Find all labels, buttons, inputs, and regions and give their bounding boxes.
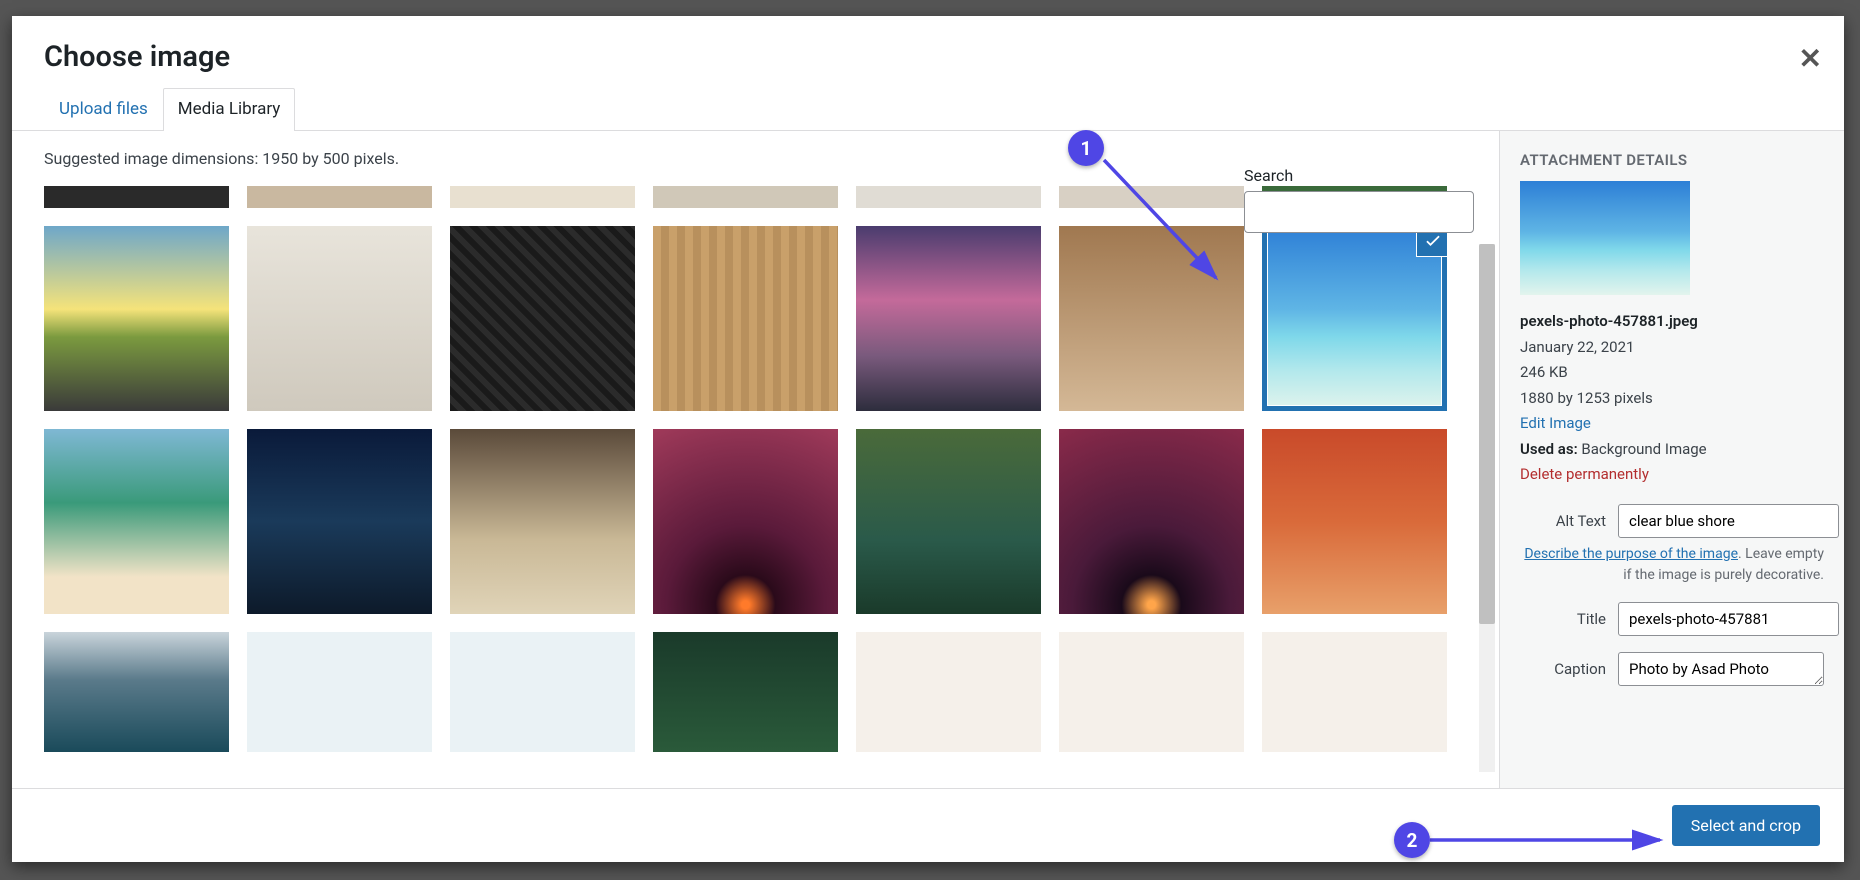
- media-grid: [44, 226, 1463, 614]
- media-thumb[interactable]: [44, 632, 229, 752]
- media-thumb[interactable]: [856, 186, 1041, 208]
- media-thumb[interactable]: [653, 632, 838, 752]
- media-thumb[interactable]: [450, 186, 635, 208]
- attachment-dimensions: 1880 by 1253 pixels: [1520, 386, 1824, 412]
- media-thumb[interactable]: [44, 429, 229, 614]
- annotation-badge-1: 1: [1068, 130, 1104, 166]
- media-thumb[interactable]: [1262, 632, 1447, 752]
- search-input[interactable]: [1244, 191, 1474, 233]
- media-thumb[interactable]: [1059, 429, 1244, 614]
- media-grid-row-partial-bottom: [44, 632, 1463, 752]
- delete-permanently-link[interactable]: Delete permanently: [1520, 465, 1649, 483]
- media-thumb[interactable]: [856, 226, 1041, 411]
- media-thumb[interactable]: [856, 632, 1041, 752]
- media-thumb[interactable]: [1059, 632, 1244, 752]
- attachment-preview: [1520, 181, 1690, 295]
- media-thumb[interactable]: [44, 226, 229, 411]
- media-thumb[interactable]: [653, 429, 838, 614]
- alt-text-input[interactable]: [1618, 504, 1839, 538]
- media-thumb[interactable]: [44, 186, 229, 208]
- media-thumb[interactable]: [450, 226, 635, 411]
- used-as-value: Background Image: [1581, 440, 1706, 458]
- close-button[interactable]: ✕: [1799, 42, 1822, 75]
- media-thumb[interactable]: [653, 186, 838, 208]
- attachment-filename: pexels-photo-457881.jpeg: [1520, 312, 1698, 330]
- media-thumb[interactable]: [450, 632, 635, 752]
- media-thumb[interactable]: [247, 186, 432, 208]
- modal-title: Choose image: [44, 40, 1812, 74]
- attachment-details-sidebar: ATTACHMENT DETAILS pexels-photo-457881.j…: [1499, 131, 1844, 788]
- title-label: Title: [1520, 602, 1606, 628]
- search-area: Search: [1244, 166, 1474, 233]
- caption-row: Caption Photo by Asad Photo: [1520, 652, 1824, 686]
- alt-text-help: Describe the purpose of the image. Leave…: [1520, 544, 1824, 586]
- sidebar-heading: ATTACHMENT DETAILS: [1520, 151, 1824, 169]
- annotation-arrow-1: [1086, 148, 1236, 298]
- search-label: Search: [1244, 166, 1474, 185]
- grid-scrollbar[interactable]: [1479, 244, 1495, 772]
- media-modal: Choose image ✕ Upload files Media Librar…: [12, 16, 1844, 862]
- media-thumb[interactable]: [450, 429, 635, 614]
- caption-label: Caption: [1520, 652, 1606, 678]
- alt-text-row: Alt Text: [1520, 504, 1824, 538]
- tab-upload-files[interactable]: Upload files: [44, 88, 163, 131]
- media-thumb[interactable]: [247, 226, 432, 411]
- tab-media-library[interactable]: Media Library: [163, 88, 296, 131]
- tab-bar: Upload files Media Library: [12, 88, 1844, 131]
- annotation-badge-2: 2: [1394, 822, 1430, 858]
- scrollbar-thumb[interactable]: [1479, 244, 1495, 624]
- edit-image-link[interactable]: Edit Image: [1520, 414, 1591, 432]
- alt-text-help-link[interactable]: Describe the purpose of the image: [1524, 546, 1738, 562]
- modal-header: Choose image ✕: [12, 16, 1844, 88]
- attachment-meta: pexels-photo-457881.jpeg January 22, 202…: [1520, 309, 1824, 488]
- media-thumb[interactable]: [1262, 429, 1447, 614]
- media-thumb-selected[interactable]: [1262, 226, 1447, 411]
- alt-text-label: Alt Text: [1520, 504, 1606, 530]
- media-thumb[interactable]: [247, 429, 432, 614]
- attachment-filesize: 246 KB: [1520, 360, 1824, 386]
- annotation-arrow-2: [1430, 828, 1675, 852]
- title-input[interactable]: [1618, 602, 1839, 636]
- select-and-crop-button[interactable]: Select and crop: [1672, 805, 1820, 846]
- title-row: Title: [1520, 602, 1824, 636]
- media-thumb[interactable]: [653, 226, 838, 411]
- media-thumb[interactable]: [856, 429, 1041, 614]
- close-icon: ✕: [1799, 42, 1822, 75]
- caption-input[interactable]: Photo by Asad Photo: [1618, 652, 1824, 686]
- media-thumb[interactable]: [247, 632, 432, 752]
- attachment-date: January 22, 2021: [1520, 335, 1824, 361]
- used-as-label: Used as:: [1520, 440, 1578, 458]
- media-grid-scroll[interactable]: [44, 186, 1467, 788]
- modal-content: Suggested image dimensions: 1950 by 500 …: [12, 131, 1844, 788]
